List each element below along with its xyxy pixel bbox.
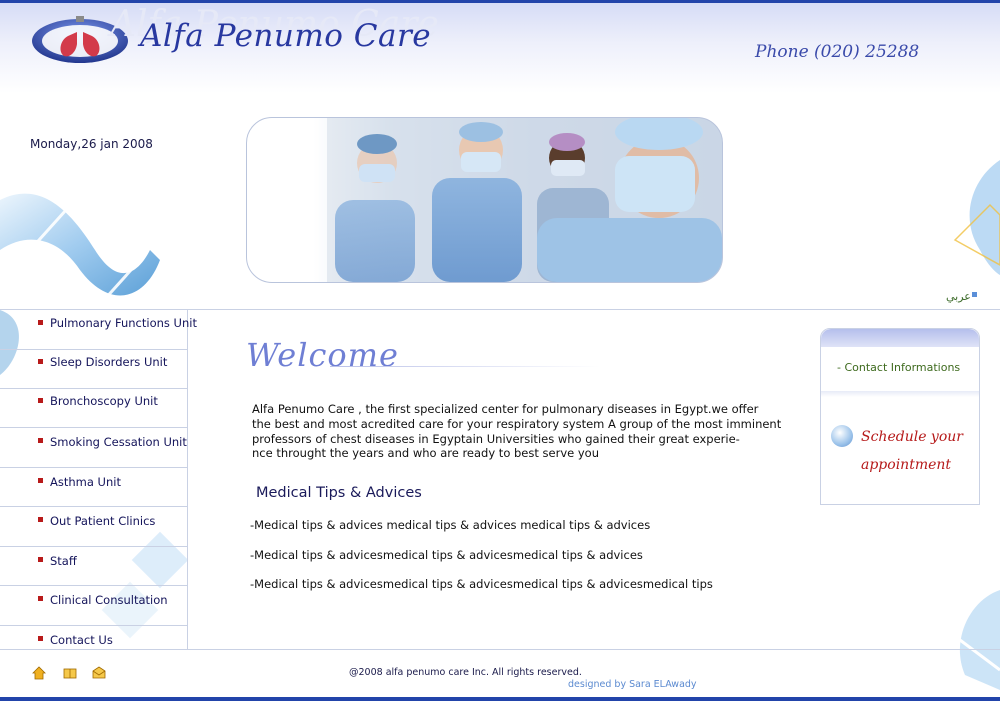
hero-banner-image [246,117,723,283]
nav-bullet-icon [38,557,43,562]
nav-item-clinical-consultation[interactable]: Clinical Consultation [0,585,187,626]
mail-icon[interactable] [91,665,107,681]
nav-item-label: Smoking Cessation Unit [50,435,187,449]
lungs-logo-icon [32,16,128,63]
contact-informations-link[interactable]: - Contact Informations [837,361,960,374]
intro-line: professors of chest diseases in Egyptain… [252,431,740,446]
medical-tip-item: -Medical tips & advicesmedical tips & ad… [250,577,713,591]
brand-wordmark: Alfa Penumo Care [140,18,432,54]
intro-paragraph: Alfa Penumo Care , the first specialized… [252,402,808,461]
intro-line: the best and most acredited care for you… [252,416,782,431]
nav-bullet-icon [38,596,43,601]
footer-divider [0,649,1000,650]
nav-item-contact-us[interactable]: Contact Us [0,625,187,649]
bottom-rule [0,697,1000,701]
nav-bullet-icon [38,438,43,443]
welcome-underline [330,366,600,367]
designer-credit: designed by Sara ELAwady [568,679,697,690]
notepad-icon [831,425,853,447]
nav-item-label: Clinical Consultation [50,593,168,607]
nav-item-label: Bronchoscopy Unit [50,394,158,408]
nav-item-label: Pulmonary Functions Unit [50,316,197,330]
nav-bullet-icon [38,478,43,483]
medical-tip-item: -Medical tips & advicesmedical tips & ad… [250,548,643,562]
current-date: Monday,26 jan 2008 [30,137,153,151]
schedule-appointment-link[interactable]: Schedule your appointment [861,423,973,479]
contact-panel-divider [821,391,979,397]
contact-panel: - Contact Informations Schedule your app… [820,328,980,505]
home-icon[interactable] [31,665,47,681]
nav-item-sleep-disorders-unit[interactable]: Sleep Disorders Unit [0,349,187,389]
book-icon[interactable] [62,665,78,681]
nav-bullet-icon [38,320,43,325]
medical-tip-item: -Medical tips & advices medical tips & a… [250,518,651,532]
arabic-language-link[interactable]: عربي [946,290,971,303]
right-swirl-decoration [953,160,1000,275]
nav-item-asthma-unit[interactable]: Asthma Unit [0,467,187,507]
nav-item-smoking-cessation-unit[interactable]: Smoking Cessation Unit [0,427,187,468]
intro-line: nce throught the years and who are ready… [252,446,600,461]
intro-line: Alfa Penumo Care , the first specialized… [252,402,759,416]
nav-item-label: Contact Us [50,633,113,647]
nav-item-bronchoscopy-unit[interactable]: Bronchoscopy Unit [0,388,187,428]
sidebar-nav: Pulmonary Functions Unit Sleep Disorders… [0,310,197,649]
nav-item-pulmonary-functions-unit[interactable]: Pulmonary Functions Unit [0,310,197,350]
nav-bullet-icon [38,636,43,641]
nav-item-label: Out Patient Clinics [50,514,156,528]
phone-number: Phone (020) 25288 [755,42,920,62]
medical-tips-heading: Medical Tips & Advices [256,485,422,501]
nav-item-out-patient-clinics[interactable]: Out Patient Clinics [0,506,187,547]
nav-item-label: Sleep Disorders Unit [50,355,168,369]
nav-item-label: Asthma Unit [50,475,121,489]
nav-item-staff[interactable]: Staff [0,546,187,586]
bottom-right-swirl-decoration [918,590,1000,690]
nav-bullet-icon [38,359,43,364]
nav-item-label: Staff [50,554,77,568]
surgeons-illustration [327,118,722,282]
nav-bullet-icon [38,517,43,522]
welcome-heading: Welcome [246,336,399,374]
nav-bullet-icon [38,398,43,403]
copyright-text: @2008 alfa penumo care Inc. All rights r… [349,667,582,678]
arabic-link-bullet-icon [972,292,977,297]
contact-panel-header [821,329,979,347]
